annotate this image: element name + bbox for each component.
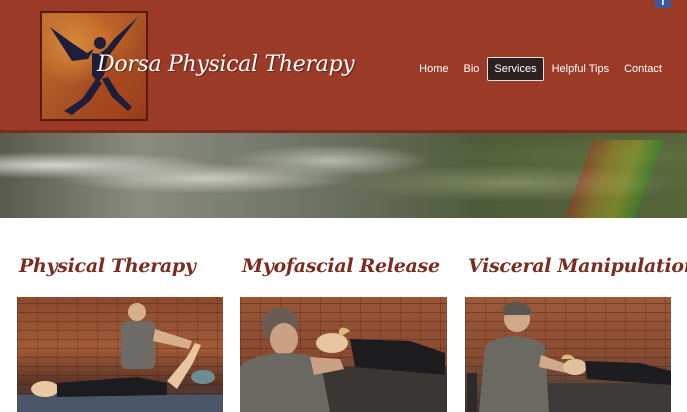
nav-helpful-tips[interactable]: Helpful Tips bbox=[545, 57, 616, 81]
nav-services[interactable]: Services bbox=[487, 57, 544, 81]
nav-contact[interactable]: Contact bbox=[617, 57, 669, 81]
service-photo-physical-therapy[interactable] bbox=[17, 297, 223, 412]
service-title-myofascial-release[interactable]: Myofascial Release bbox=[242, 255, 440, 277]
banner-divider bbox=[0, 130, 687, 133]
nav-home[interactable]: Home bbox=[412, 57, 455, 81]
hero-banner-image bbox=[0, 130, 687, 218]
site-title[interactable]: Dorsa Physical Therapy bbox=[97, 52, 355, 77]
service-title-physical-therapy[interactable]: Physical Therapy bbox=[19, 255, 196, 277]
service-photo-visceral-manipulation[interactable] bbox=[465, 297, 671, 412]
main-nav: Home Bio Services Helpful Tips Contact bbox=[411, 57, 669, 81]
nav-bio[interactable]: Bio bbox=[457, 57, 487, 81]
therapy-scene-illustration bbox=[467, 301, 671, 412]
therapy-scene-illustration bbox=[240, 307, 447, 412]
site-header: f Dorsa Physical Therapy Home Bio Servic… bbox=[0, 0, 687, 130]
service-title-visceral-manipulation[interactable]: Visceral Manipulation bbox=[468, 255, 687, 277]
facebook-icon[interactable]: f bbox=[655, 0, 671, 8]
waterfall-rainbow bbox=[560, 140, 664, 218]
service-photo-myofascial-release[interactable] bbox=[240, 297, 447, 412]
therapy-scene-illustration bbox=[17, 303, 223, 412]
